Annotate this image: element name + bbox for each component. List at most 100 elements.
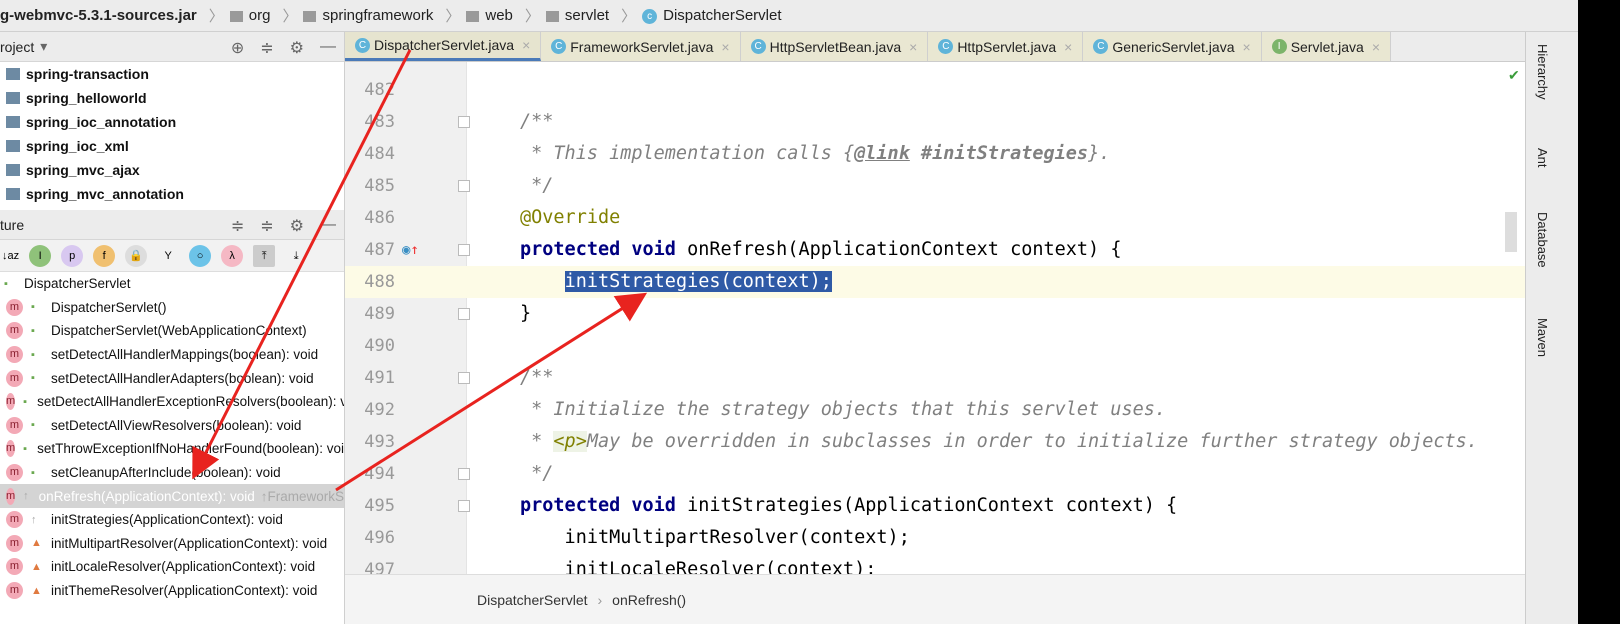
override-icon: ◉↑ bbox=[402, 242, 419, 258]
code-line[interactable]: 485 */ bbox=[345, 170, 1525, 202]
maven-tool[interactable]: Maven bbox=[1535, 318, 1550, 357]
close-icon[interactable]: × bbox=[1064, 39, 1072, 55]
expand-all-icon[interactable]: ≑ bbox=[231, 216, 244, 236]
tab[interactable]: C HttpServlet.java × bbox=[928, 32, 1084, 61]
locate-icon[interactable]: ⊕ bbox=[231, 38, 244, 58]
structure-item[interactable]: m ▪ DispatcherServlet() bbox=[0, 296, 344, 320]
structure-panel-header: ture ≑ ≑ ⚙ — bbox=[0, 210, 344, 240]
structure-toolbar: ↓az I p f 🔒 Y ○ λ ⤒ ⤓ bbox=[0, 240, 344, 272]
code-text: * Initialize the strategy objects that t… bbox=[520, 399, 1167, 420]
project-item[interactable]: spring-transaction bbox=[0, 62, 344, 86]
nav-item[interactable]: c DispatcherServlet bbox=[642, 7, 787, 24]
close-icon[interactable]: × bbox=[721, 39, 729, 55]
editor-tabs: C DispatcherServlet.java × C FrameworkServle… bbox=[345, 32, 1525, 62]
close-icon[interactable]: × bbox=[522, 37, 530, 53]
collapse-all-icon[interactable]: ≑ bbox=[260, 216, 273, 236]
lock-icon: ▲ bbox=[31, 584, 42, 597]
structure-item[interactable]: m ▲ initLocaleResolver(ApplicationContext)… bbox=[0, 555, 344, 579]
method-icon: m bbox=[6, 369, 23, 387]
dropdown-icon[interactable]: ▾ bbox=[40, 38, 47, 55]
code-line[interactable]: 494 */ bbox=[345, 458, 1525, 490]
structure-item[interactable]: m ▪ setCleanupAfterInclude(boolean): void bbox=[0, 461, 344, 485]
show-inherited-icon[interactable]: I bbox=[29, 244, 52, 267]
code-line[interactable]: 482 bbox=[345, 74, 1525, 106]
sort-alpha-icon[interactable]: ↓az bbox=[2, 250, 19, 262]
structure-item[interactable]: m ▪ setDetectAllHandlerExceptionResolvers(… bbox=[0, 390, 344, 414]
ant-tool[interactable]: Ant bbox=[1535, 148, 1550, 168]
structure-item[interactable]: m ▪ setDetectAllViewResolvers(boolean): vo… bbox=[0, 414, 344, 438]
structure-item[interactable]: m ▪ setThrowExceptionIfNoHandlerFound(bool… bbox=[0, 437, 344, 461]
code-text: */ bbox=[520, 463, 554, 484]
tab[interactable]: C GenericServlet.java × bbox=[1083, 32, 1262, 61]
structure-item[interactable]: m ▲ initThemeResolver(ApplicationContext):… bbox=[0, 579, 344, 603]
tab[interactable]: C DispatcherServlet.java × bbox=[345, 32, 542, 61]
structure-item[interactable]: m ▪ setDetectAllHandlerMappings(boolean): … bbox=[0, 343, 344, 367]
close-icon[interactable]: × bbox=[1372, 39, 1380, 55]
show-classes-icon[interactable]: ○ bbox=[189, 244, 212, 267]
editor-scrollbar[interactable] bbox=[1505, 212, 1517, 252]
autoscroll-from-source-icon[interactable]: ⤓ bbox=[285, 245, 307, 267]
nav-item[interactable]: web bbox=[466, 7, 519, 24]
project-item[interactable]: spring_mvc_ajax bbox=[0, 158, 344, 182]
close-icon[interactable]: × bbox=[909, 39, 917, 55]
nav-item[interactable]: servlet bbox=[545, 7, 615, 24]
line-number: 496 bbox=[364, 528, 395, 548]
public-icon: ▪ bbox=[31, 348, 35, 361]
editor-breadcrumb: DispatcherServlet › onRefresh() bbox=[345, 574, 1525, 624]
project-item[interactable]: spring_mvc_annotation bbox=[0, 182, 344, 206]
structure-item[interactable]: m ↑ onRefresh(ApplicationContext): void ↑Fr… bbox=[0, 484, 344, 508]
code-line[interactable]: 487 ◉↑ protected void onRefresh(Applicatio… bbox=[345, 234, 1525, 266]
collapse-icon[interactable]: ≑ bbox=[260, 38, 273, 58]
anonymous-classes-icon[interactable]: Y bbox=[157, 245, 179, 267]
line-number: 488 bbox=[364, 272, 395, 292]
database-tool[interactable]: Database bbox=[1535, 212, 1550, 268]
structure-item[interactable]: m ▲ initMultipartResolver(ApplicationConte… bbox=[0, 532, 344, 556]
minimize-icon[interactable]: — bbox=[320, 216, 336, 236]
minimize-icon[interactable]: — bbox=[320, 38, 336, 58]
line-number: 487 bbox=[364, 240, 395, 260]
code-line[interactable]: 490 bbox=[345, 330, 1525, 362]
line-number: 485 bbox=[364, 176, 395, 196]
tab[interactable]: I Servlet.java × bbox=[1261, 32, 1392, 61]
nav-item[interactable]: org bbox=[229, 7, 277, 24]
code-line[interactable]: 493 * <p>May be overridden in subclasses… bbox=[345, 426, 1525, 458]
code-line[interactable]: 497 initLocaleResolver(context); bbox=[345, 554, 1525, 574]
gear-icon[interactable]: ⚙ bbox=[290, 216, 304, 236]
project-item[interactable]: spring_ioc_xml bbox=[0, 134, 344, 158]
autoscroll-to-source-icon[interactable]: ⤒ bbox=[253, 244, 276, 267]
breadcrumb-method[interactable]: onRefresh() bbox=[612, 592, 686, 608]
project-item[interactable]: spring_ioc_annotation bbox=[0, 110, 344, 134]
structure-item[interactable]: m ▪ DispatcherServlet(WebApplicationContex… bbox=[0, 319, 344, 343]
hierarchy-tool[interactable]: Hierarchy bbox=[1535, 44, 1550, 100]
code-line[interactable]: 491 /** bbox=[345, 362, 1525, 394]
method-icon: m bbox=[6, 534, 23, 552]
nav-item[interactable]: springframework bbox=[303, 7, 439, 24]
structure-root[interactable]: ▪ DispatcherServlet bbox=[0, 272, 344, 296]
tab[interactable]: C HttpServletBean.java × bbox=[740, 32, 929, 61]
code-line[interactable]: 492 * Initialize the strategy objects th… bbox=[345, 394, 1525, 426]
tab[interactable]: C FrameworkServlet.java × bbox=[541, 32, 741, 61]
nav-item[interactable]: g-webmvc-5.3.1-sources.jar bbox=[0, 7, 203, 24]
code-line[interactable]: 495 protected void initStrategies(Applica… bbox=[345, 490, 1525, 522]
code-line[interactable]: 483 /** bbox=[345, 106, 1525, 138]
project-item[interactable]: spring_helloworld bbox=[0, 86, 344, 110]
code-line[interactable]: 489} bbox=[345, 298, 1525, 330]
code-editor[interactable]: 482 483 /** 484 * This implementation calls… bbox=[345, 62, 1525, 574]
method-icon: m bbox=[6, 558, 23, 576]
structure-item[interactable]: m ▪ setDetectAllHandlerAdapters(boolean): … bbox=[0, 366, 344, 390]
gear-icon[interactable]: ⚙ bbox=[290, 38, 304, 58]
show-lambdas-icon[interactable]: λ bbox=[221, 244, 244, 267]
close-icon[interactable]: × bbox=[1243, 39, 1251, 55]
method-icon: m bbox=[6, 487, 16, 505]
project-panel-title[interactable]: roject bbox=[0, 39, 34, 55]
structure-item[interactable]: m ↑ initStrategies(ApplicationContext): vo… bbox=[0, 508, 344, 532]
code-line[interactable]: 488 initStrategies(context); bbox=[345, 266, 1525, 298]
show-fields-icon[interactable]: f bbox=[93, 244, 116, 267]
code-line[interactable]: 486 @Override bbox=[345, 202, 1525, 234]
breadcrumb-class[interactable]: DispatcherServlet bbox=[477, 592, 588, 608]
code-line[interactable]: 484 * This implementation calls {@link #… bbox=[345, 138, 1525, 170]
show-properties-icon[interactable]: p bbox=[61, 244, 84, 267]
show-non-public-icon[interactable]: 🔒 bbox=[125, 244, 148, 267]
method-icon: m bbox=[6, 298, 23, 316]
code-line[interactable]: 496 initMultipartResolver(context); bbox=[345, 522, 1525, 554]
